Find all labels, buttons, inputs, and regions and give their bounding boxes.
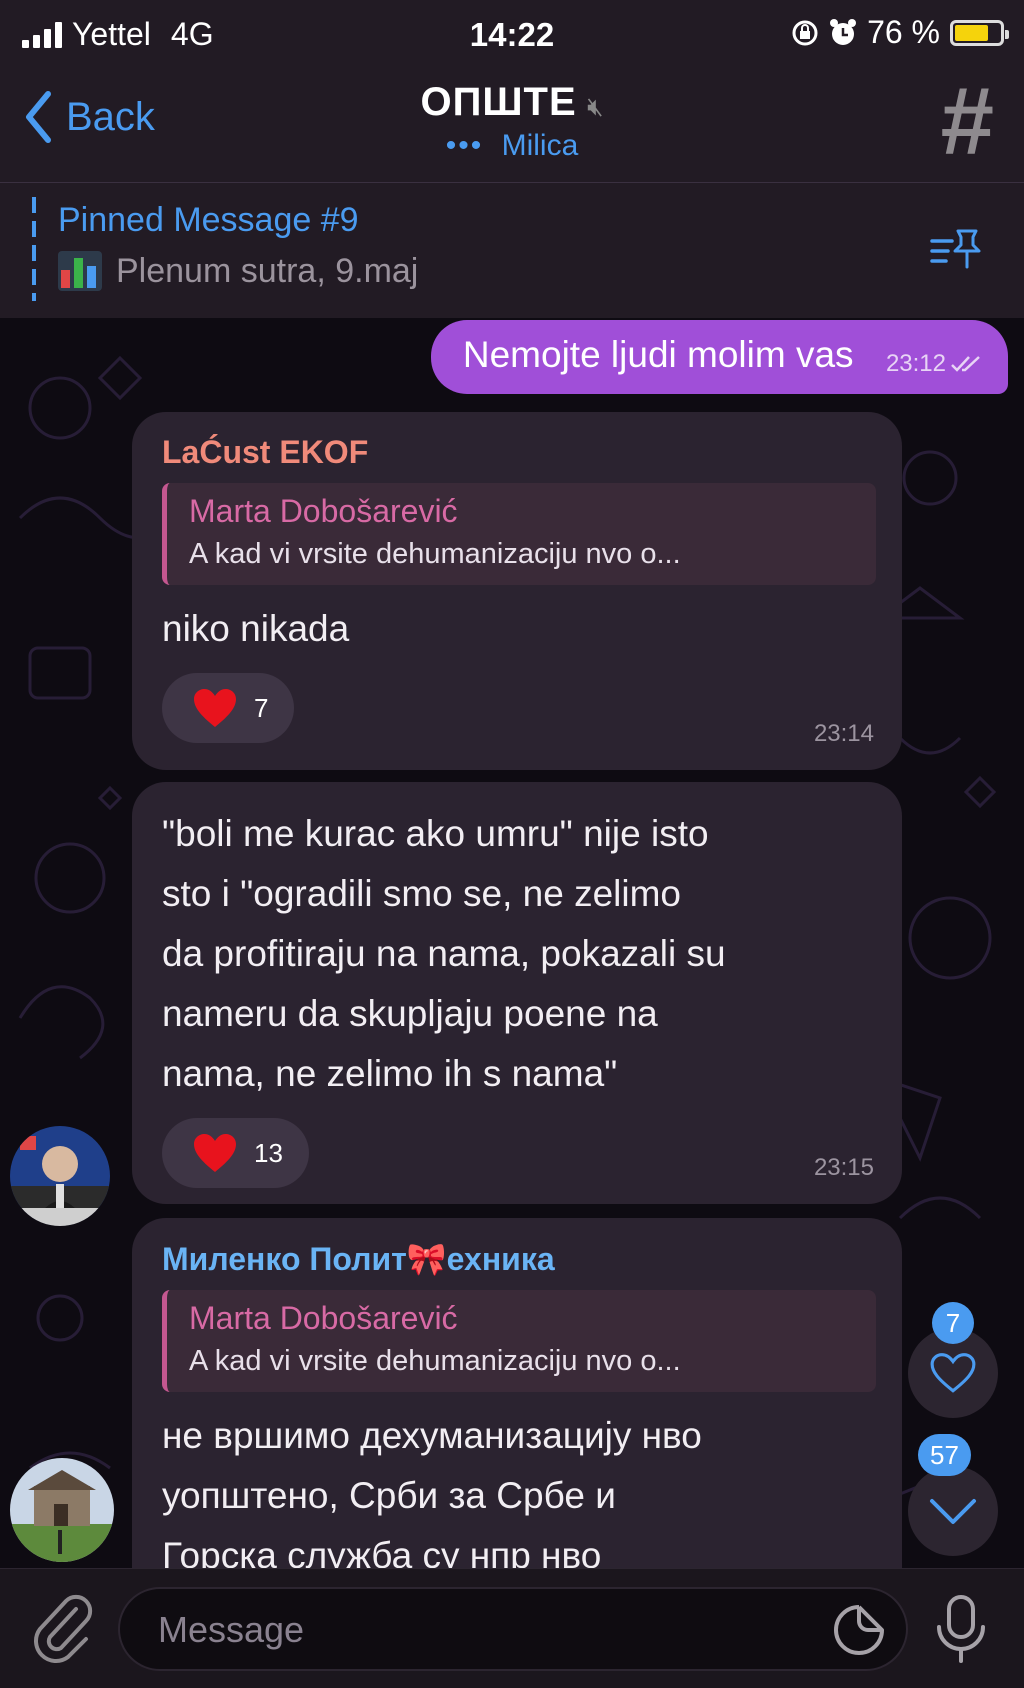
reactions-badge: 7 — [932, 1302, 974, 1344]
microphone-icon[interactable] — [932, 1593, 990, 1665]
chat-title-block[interactable]: ОПШТЕ 🔇︎ ••• Milica — [0, 80, 1024, 163]
battery-icon — [950, 19, 1009, 46]
message-field[interactable] — [118, 1587, 908, 1671]
message-text-line: nameru da skupljaju poene na — [162, 993, 658, 1034]
message-text-line: nama, ne zelimo ih s nama" — [162, 1053, 618, 1094]
incoming-message[interactable]: LaĆust EKOF Marta Dobošarević A kad vi v… — [132, 412, 902, 770]
message-text-line: уопштено, Срби за Србе и — [162, 1475, 616, 1516]
message-author[interactable]: Миленко Полит🎀ехника — [162, 1240, 876, 1278]
reply-text: A kad vi vrsite dehumanizaciju nvo o... — [189, 538, 681, 570]
reply-author: Marta Dobošarević — [189, 493, 458, 529]
scroll-down-button[interactable] — [908, 1466, 998, 1556]
status-right: 76 % — [791, 14, 1009, 51]
outgoing-message[interactable]: Nemojte ljudi molim vas 23:12 — [430, 320, 1008, 394]
message-text: Nemojte ljudi molim vas — [462, 334, 854, 375]
typing-dots-icon: ••• — [445, 129, 484, 162]
pinned-message-bar[interactable]: Pinned Message #9 Plenum sutra, 9.maj — [0, 183, 1024, 319]
battery-percent: 76 % — [867, 14, 940, 50]
message-input[interactable] — [156, 1603, 800, 1657]
pinned-list-icon[interactable] — [928, 227, 984, 275]
status-bar: Yettel 4G 14:22 76 % — [0, 0, 1024, 70]
sticker-icon[interactable] — [832, 1603, 886, 1657]
chat-title: ОПШТЕ — [420, 80, 577, 124]
attach-icon[interactable] — [28, 1591, 98, 1665]
reply-author: Marta Dobošarević — [189, 1300, 458, 1336]
heart-reaction[interactable]: 7 — [162, 673, 295, 743]
message-text-line: "boli me kurac ako umru" nije isto — [162, 813, 709, 854]
message-meta: 23:12 — [886, 350, 984, 378]
message-time: 23:14 — [813, 720, 874, 747]
message-text-line: da profitiraju na nama, pokazali su — [162, 933, 726, 974]
incoming-message[interactable]: "boli me kurac ako umru" nije isto sto i… — [132, 782, 902, 1204]
heart-icon — [194, 1134, 236, 1172]
pinned-preview: Plenum sutra, 9.maj — [58, 251, 418, 291]
message-text-line: не вршимо дехуманизацију нво — [162, 1415, 702, 1456]
reply-quote[interactable]: Marta Dobošarević A kad vi vrsite dehuma… — [162, 1290, 876, 1392]
avatar[interactable] — [10, 1458, 114, 1562]
message-time: 23:12 — [885, 350, 946, 377]
pinned-text: Plenum sutra, 9.maj — [116, 251, 419, 290]
pinned-title: Pinned Message #9 — [58, 201, 359, 239]
battery-fill — [955, 24, 989, 41]
message-list[interactable]: Nemojte ljudi molim vas 23:12 LaĆust EKO… — [0, 318, 1024, 1568]
telegram-chat-screen: Yettel 4G 14:22 76 % Back ОПШТЕ 🔇︎ ••• M… — [0, 0, 1024, 1688]
bar-chart-icon — [58, 251, 102, 291]
rotation-lock-icon — [792, 20, 818, 45]
read-checkmarks-icon — [951, 356, 980, 372]
alarm-icon — [830, 18, 857, 45]
reaction-count: 7 — [254, 692, 269, 723]
message-input-bar — [0, 1568, 1024, 1688]
typing-user: Milica — [501, 129, 579, 162]
pinned-indicator — [32, 197, 36, 301]
message-text: niko nikada — [162, 608, 350, 649]
heart-icon — [194, 689, 236, 727]
avatar-photo — [10, 1126, 110, 1226]
heart-outline-icon — [930, 1353, 976, 1393]
message-text-line: Горска служба су нпр нво — [162, 1535, 602, 1568]
message-text-line: sto i "ogradili smo se, ne zelimo — [162, 873, 682, 914]
avatar[interactable] — [10, 1126, 110, 1226]
reaction-count: 13 — [254, 1137, 283, 1168]
reply-text: A kad vi vrsite dehumanizaciju nvo o... — [189, 1345, 681, 1377]
muted-icon: 🔇︎ — [587, 91, 604, 121]
message-author[interactable]: LaĆust EKOF — [162, 434, 876, 471]
message-time: 23:15 — [813, 1154, 874, 1181]
topic-hash-icon[interactable]: # — [941, 72, 994, 172]
typing-indicator: ••• Milica — [0, 129, 1024, 163]
incoming-message[interactable]: Миленко Полит🎀ехника Marta Dobošarević A… — [132, 1218, 902, 1568]
chevron-down-icon — [930, 1499, 976, 1524]
avatar-photo — [10, 1458, 114, 1562]
chat-header: Back ОПШТЕ 🔇︎ ••• Milica # — [0, 70, 1024, 183]
heart-reaction[interactable]: 13 — [162, 1118, 309, 1188]
reply-quote[interactable]: Marta Dobošarević A kad vi vrsite dehuma… — [162, 483, 876, 585]
unread-badge: 57 — [918, 1434, 971, 1476]
